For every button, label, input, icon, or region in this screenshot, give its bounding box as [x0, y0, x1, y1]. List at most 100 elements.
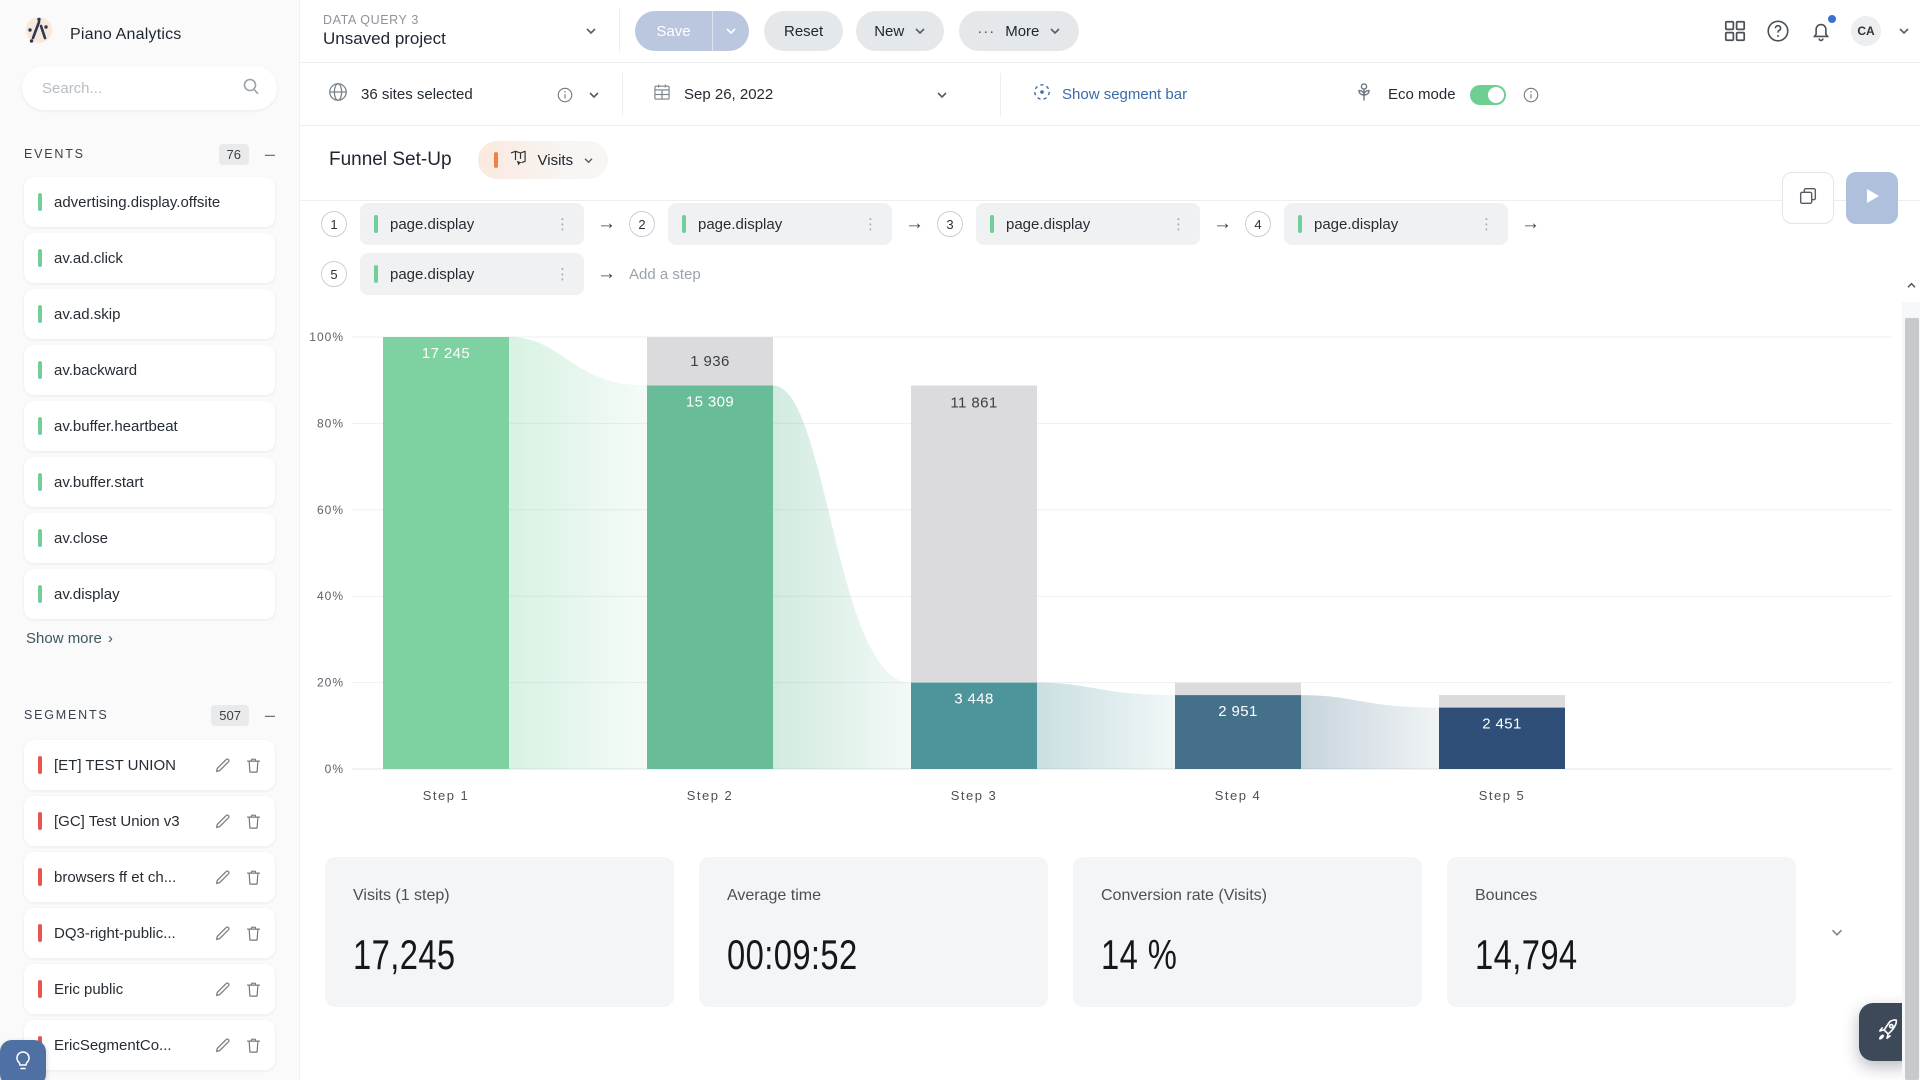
brand-logo[interactable]: Piano Analytics: [0, 0, 299, 56]
segment-item[interactable]: [ET] TEST UNION: [24, 740, 275, 790]
reset-button[interactable]: Reset: [764, 11, 843, 51]
step-pill[interactable]: page.display ⋮: [360, 253, 584, 295]
segments-list: [ET] TEST UNION [GC] Test Union v3 brows…: [0, 740, 299, 1070]
event-label: av.buffer.start: [54, 474, 263, 491]
events-collapse-icon[interactable]: –: [265, 145, 275, 163]
funnel-drop-bar[interactable]: [1439, 695, 1565, 708]
events-list: advertising.display.offsite av.ad.click …: [0, 177, 299, 619]
eco-info-icon[interactable]: [1522, 86, 1540, 104]
step-pill[interactable]: page.display ⋮: [668, 203, 892, 245]
event-item[interactable]: av.close: [24, 513, 275, 563]
segment-item[interactable]: [GC] Test Union v3: [24, 796, 275, 846]
step-pill[interactable]: page.display ⋮: [1284, 203, 1508, 245]
query-selector[interactable]: DATA QUERY 3 Unsaved project: [323, 13, 573, 49]
date-picker[interactable]: Sep 26, 2022: [652, 63, 948, 126]
kebab-menu-icon[interactable]: ⋮: [1167, 215, 1190, 233]
event-label: av.ad.click: [54, 250, 263, 267]
trash-icon[interactable]: [244, 868, 263, 887]
segment-label: Eric public: [54, 981, 201, 998]
step-number: 4: [1245, 211, 1271, 237]
search-icon[interactable]: [241, 76, 261, 101]
filter-bar: 36 sites selected Sep 26, 2022 Show segm…: [300, 63, 1920, 126]
event-item[interactable]: av.backward: [24, 345, 275, 395]
search-input[interactable]: [42, 80, 241, 97]
duplicate-button[interactable]: [1782, 172, 1834, 224]
show-segment-bar-link[interactable]: Show segment bar: [1032, 63, 1187, 126]
help-icon[interactable]: [1765, 18, 1791, 44]
scrollbar-thumb[interactable]: [1905, 318, 1919, 1080]
summary-collapse-chevron-icon[interactable]: [1830, 924, 1844, 942]
kebab-menu-icon[interactable]: ⋮: [551, 215, 574, 233]
new-button[interactable]: New: [856, 11, 944, 51]
divider: [619, 9, 620, 53]
step-accent: [1298, 215, 1302, 233]
event-item[interactable]: av.buffer.start: [24, 457, 275, 507]
metric-selector[interactable]: Visits: [478, 141, 609, 179]
funnel-bar[interactable]: [383, 337, 509, 769]
eco-mode-control: Eco mode: [1352, 63, 1540, 126]
kebab-menu-icon[interactable]: ⋮: [1475, 215, 1498, 233]
run-query-button[interactable]: [1846, 172, 1898, 224]
scrollbar: [1902, 268, 1920, 1080]
event-item[interactable]: av.display: [24, 569, 275, 619]
funnel-chart[interactable]: 100%80%60%40%20%0%17 245Step 11 93615 30…: [300, 300, 1920, 840]
save-chevron-down-icon[interactable]: [713, 27, 749, 35]
kebab-menu-icon[interactable]: ⋮: [551, 265, 574, 283]
pencil-icon[interactable]: [213, 756, 232, 775]
segments-title: SEGMENTS: [24, 708, 211, 722]
segment-item[interactable]: DQ3-right-public...: [24, 908, 275, 958]
tips-bulb-button[interactable]: [0, 1040, 46, 1080]
event-label: av.backward: [54, 362, 263, 379]
y-tick: 100%: [309, 330, 344, 344]
site-selector[interactable]: 36 sites selected: [327, 63, 600, 126]
segment-item[interactable]: browsers ff et ch...: [24, 852, 275, 902]
save-button[interactable]: Save: [635, 11, 749, 51]
pencil-icon[interactable]: [213, 868, 232, 887]
funnel-drop-bar[interactable]: [911, 385, 1037, 682]
segment-label: [ET] TEST UNION: [54, 757, 201, 774]
pencil-icon[interactable]: [213, 1036, 232, 1055]
segment-item[interactable]: Eric public: [24, 964, 275, 1014]
x-axis-label: Step 4: [1215, 788, 1262, 803]
add-step[interactable]: Add a step: [629, 266, 701, 283]
notifications-bell-icon[interactable]: [1808, 18, 1834, 44]
avatar[interactable]: CA: [1851, 16, 1881, 46]
more-button[interactable]: ··· More: [959, 11, 1079, 51]
trash-icon[interactable]: [244, 812, 263, 831]
sites-info-icon[interactable]: [556, 86, 574, 104]
step-pill[interactable]: page.display ⋮: [360, 203, 584, 245]
apps-grid-icon[interactable]: [1722, 18, 1748, 44]
query-chevron-down-icon[interactable]: [585, 27, 597, 35]
main-content: Funnel Set-Up Visits 1 page.display ⋮ →: [300, 126, 1920, 1080]
sites-chevron-down-icon[interactable]: [588, 91, 600, 99]
events-title: EVENTS: [24, 147, 219, 161]
kebab-menu-icon[interactable]: ⋮: [859, 215, 882, 233]
summary-cards: Visits (1 step) 17,245 Average time 00:0…: [325, 857, 1796, 1007]
trash-icon[interactable]: [244, 756, 263, 775]
event-accent: [38, 361, 42, 379]
trash-icon[interactable]: [244, 924, 263, 943]
segment-item[interactable]: EricSegmentCo...: [24, 1020, 275, 1070]
pencil-icon[interactable]: [213, 924, 232, 943]
arrow-icon: →: [905, 213, 924, 235]
show-more-chevron-icon: ›: [108, 630, 113, 647]
event-item[interactable]: advertising.display.offsite: [24, 177, 275, 227]
step-pill[interactable]: page.display ⋮: [976, 203, 1200, 245]
account-chevron-down-icon[interactable]: [1898, 27, 1910, 35]
event-label: av.ad.skip: [54, 306, 263, 323]
event-item[interactable]: av.buffer.heartbeat: [24, 401, 275, 451]
events-show-more[interactable]: Show more›: [26, 630, 299, 647]
scroll-up-icon[interactable]: [1902, 268, 1920, 302]
segments-collapse-icon[interactable]: –: [265, 706, 275, 724]
eco-mode-toggle[interactable]: [1470, 85, 1506, 105]
event-item[interactable]: av.ad.click: [24, 233, 275, 283]
date-chevron-down-icon[interactable]: [936, 91, 948, 99]
event-item[interactable]: av.ad.skip: [24, 289, 275, 339]
pencil-icon[interactable]: [213, 812, 232, 831]
arrow-icon: →: [1521, 213, 1540, 235]
trash-icon[interactable]: [244, 1036, 263, 1055]
pencil-icon[interactable]: [213, 980, 232, 999]
funnel-drop-bar[interactable]: [1175, 683, 1301, 696]
trash-icon[interactable]: [244, 980, 263, 999]
funnel-bar[interactable]: [647, 386, 773, 770]
